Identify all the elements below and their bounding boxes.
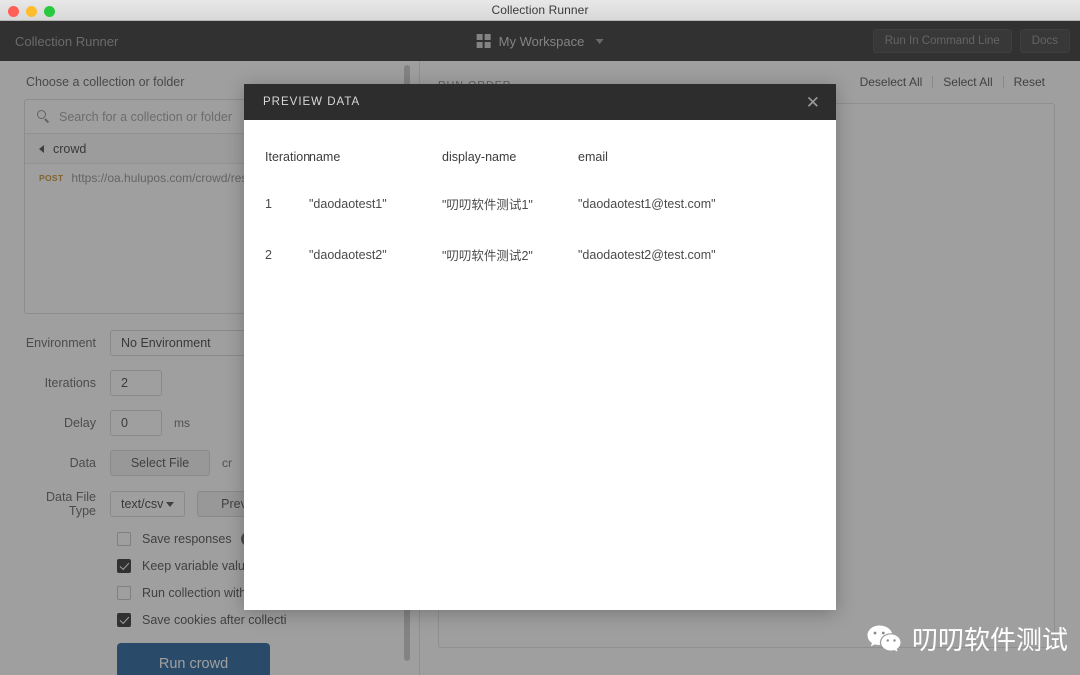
wechat-watermark: 叨叨软件测试	[866, 620, 1068, 657]
window-titlebar: Collection Runner	[0, 0, 1080, 21]
checkbox-label: Keep variable values	[142, 559, 259, 573]
checkbox-run-collection-without-using-stored-cookies[interactable]	[117, 586, 131, 600]
data-label: Data	[69, 456, 96, 470]
collection-name: crowd	[53, 141, 87, 156]
column-header-iteration: Iteration	[265, 150, 311, 164]
window-title: Collection Runner	[491, 3, 589, 17]
table-row: 2 "daodaotest2" "叨叨软件测试2" "daodaotest2@t…	[244, 245, 836, 296]
cell-iteration: 1	[265, 196, 272, 211]
preview-data-modal: PREVIEW DATA ✕ Iteration name display-na…	[244, 84, 836, 610]
deselect-all-button[interactable]: Deselect All	[850, 75, 933, 89]
cell-display-name: "叨叨软件测试2"	[442, 249, 533, 263]
right-pane-actions: Deselect All Select All Reset	[850, 75, 1055, 89]
preview-data-table: Iteration name display-name email 1 "dao…	[244, 150, 836, 296]
cell-iteration: 2	[265, 247, 272, 262]
iterations-input[interactable]: 2	[110, 370, 162, 396]
cell-name: "daodaotest2"	[309, 247, 387, 262]
run-in-command-line-button[interactable]: Run In Command Line	[872, 29, 1012, 53]
minimize-window-button[interactable]	[26, 6, 37, 17]
app-header-title: Collection Runner	[15, 33, 119, 49]
select-file-button[interactable]: Select File	[110, 450, 210, 476]
workspace-name: My Workspace	[498, 33, 585, 49]
select-all-button[interactable]: Select All	[933, 75, 1002, 89]
app-header-actions: Run In Command Line Docs	[872, 29, 1070, 53]
table-header-row: Iteration name display-name email	[244, 150, 836, 194]
close-icon[interactable]: ✕	[806, 94, 820, 111]
maximize-window-button[interactable]	[44, 6, 55, 17]
data-file-type-label: Data File Type	[45, 490, 96, 518]
checkbox-row-save-cookies[interactable]: Save cookies after collecti	[24, 613, 388, 627]
cell-name: "daodaotest1"	[309, 196, 387, 211]
chevron-down-icon	[595, 38, 604, 44]
grid-icon	[476, 34, 491, 48]
table-row: 1 "daodaotest1" "叨叨软件测试1" "daodaotest1@t…	[244, 194, 836, 245]
search-icon	[37, 110, 50, 123]
app-header: Collection Runner My Workspace Run In Co…	[0, 21, 1080, 61]
delay-input[interactable]: 0	[110, 410, 162, 436]
checkbox-label: Save cookies after collecti	[142, 613, 287, 627]
wechat-icon	[867, 625, 901, 652]
checkbox-save-responses[interactable]	[117, 532, 131, 546]
environment-label: Environment	[25, 336, 96, 350]
triangle-left-icon[interactable]	[39, 144, 44, 153]
column-header-email: email	[578, 150, 608, 164]
data-file-type-select[interactable]: text/csv	[110, 491, 185, 517]
checkbox-save-cookies-after-collection-run[interactable]	[117, 613, 131, 627]
delay-unit-label: ms	[174, 416, 190, 430]
data-file-name: cr	[222, 456, 232, 470]
modal-header: PREVIEW DATA ✕	[244, 84, 836, 120]
collection-runner-window: Collection Runner Collection Runner My W…	[0, 0, 1080, 675]
column-header-display-name: display-name	[442, 150, 517, 164]
cell-display-name: "叨叨软件测试1"	[442, 198, 533, 212]
cell-email: "daodaotest2@test.com"	[578, 247, 716, 262]
run-collection-button[interactable]: Run crowd	[117, 643, 270, 675]
close-window-button[interactable]	[8, 6, 19, 17]
chevron-down-icon	[166, 501, 174, 507]
workspace-selector[interactable]: My Workspace	[476, 33, 604, 49]
cell-email: "daodaotest1@test.com"	[578, 196, 716, 211]
reset-button[interactable]: Reset	[1004, 75, 1055, 89]
modal-title: PREVIEW DATA	[263, 96, 361, 108]
watermark-text: 叨叨软件测试	[911, 626, 1068, 656]
data-file-type-value: text/csv	[121, 497, 164, 511]
iterations-label: Iterations	[44, 376, 96, 390]
request-method-badge: POST	[39, 173, 64, 183]
delay-label: Delay	[64, 416, 96, 430]
checkbox-keep-variable-values[interactable]	[117, 559, 131, 573]
traffic-lights	[8, 6, 55, 17]
docs-button[interactable]: Docs	[1019, 29, 1070, 53]
checkbox-label: Save responses	[142, 532, 232, 546]
search-input[interactable]: Search for a collection or folder	[59, 110, 232, 124]
column-header-name: name	[309, 150, 341, 164]
modal-body: Iteration name display-name email 1 "dao…	[244, 120, 836, 296]
